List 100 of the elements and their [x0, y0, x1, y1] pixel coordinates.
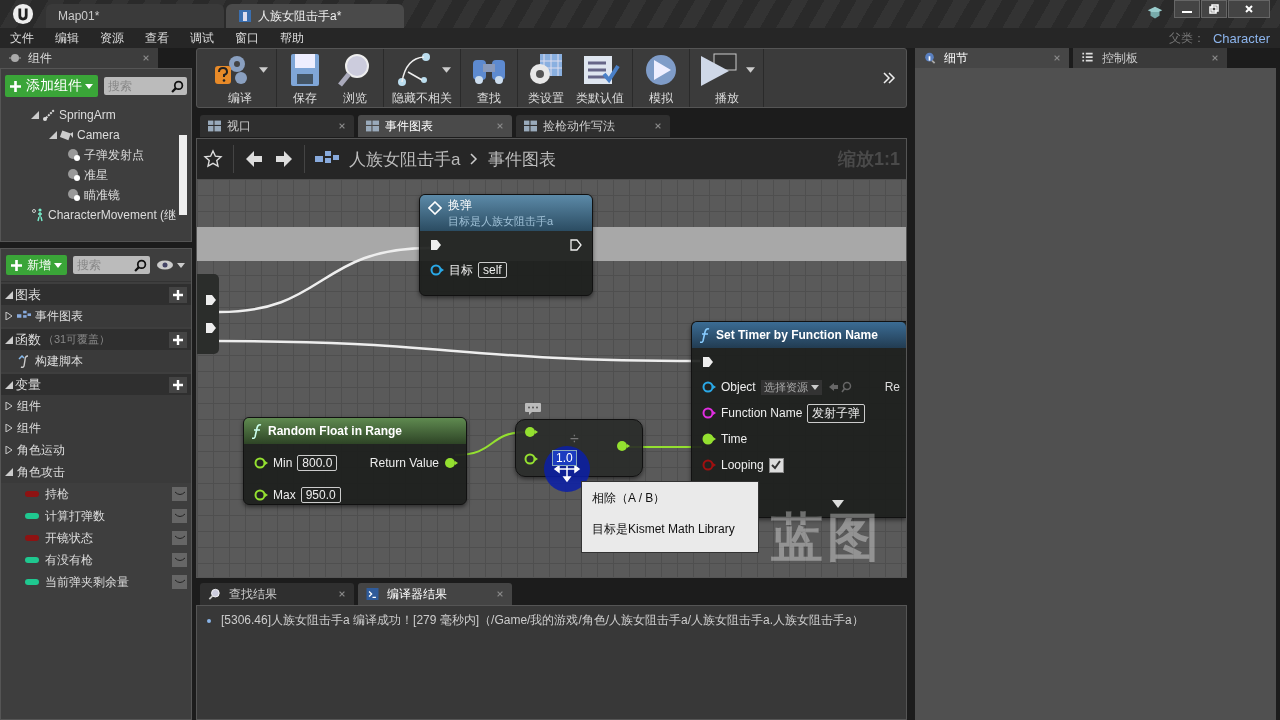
menu-item[interactable]: 编辑	[55, 29, 79, 47]
menu-item[interactable]: 帮助	[280, 29, 304, 47]
section-header[interactable]: 图表	[1, 284, 191, 305]
menu-item[interactable]: 调试	[190, 29, 214, 47]
float-pin-icon[interactable]	[254, 457, 268, 469]
toolbar-button[interactable]: 类设置	[521, 49, 571, 107]
exec-pin-icon[interactable]	[570, 239, 582, 251]
component-tree-item[interactable]: 子弹发射点	[5, 145, 179, 165]
panel-tab[interactable]: 细节	[915, 48, 1069, 68]
close-icon[interactable]	[338, 590, 346, 598]
exec-pin-icon[interactable]	[430, 239, 442, 251]
scrollbar-thumb[interactable]	[179, 135, 187, 215]
breadcrumb-link[interactable]: 人族女阻击手a	[349, 147, 461, 171]
float-pin-icon[interactable]	[254, 489, 268, 501]
expand-arrow-icon[interactable]	[5, 312, 13, 320]
caret-icon[interactable]	[746, 67, 755, 73]
variable-item[interactable]: 有没有枪	[1, 549, 191, 571]
section-header[interactable]: 函数（31可覆盖）	[1, 329, 191, 350]
pin-value-field[interactable]: 950.0	[300, 487, 341, 503]
blueprint-list-item[interactable]: 组件	[1, 417, 191, 439]
caret-icon[interactable]	[441, 67, 451, 73]
pin-value-field[interactable]: 1.0	[552, 450, 577, 466]
blueprint-list-item[interactable]: 事件图表	[1, 305, 191, 327]
menu-item[interactable]: 文件	[10, 29, 34, 47]
search-icon[interactable]	[134, 259, 147, 272]
graph-canvas[interactable]: 换弹 目标是人族女阻击手a 目标 self Set Timer by Function Name Object 选择资源 Re Function Name 发射子弹 Time Looping Random Float in Range Min 800.0 Max 950.0 Return Value ÷ 1.0 蓝图 相除（A / B） 目标是Kismet Math Library	[197, 179, 906, 577]
caret-icon[interactable]	[259, 67, 268, 73]
document-tab[interactable]: 人族女阻击手a*	[226, 4, 404, 28]
graph-tab[interactable]: 视口	[200, 115, 354, 137]
eye-icon[interactable]	[156, 259, 186, 271]
variable-item[interactable]: 当前弹夹剩余量	[1, 571, 191, 593]
pin-icon[interactable]	[702, 433, 716, 445]
pin-value-field[interactable]: self	[478, 262, 507, 278]
close-icon[interactable]	[496, 590, 504, 598]
minimize-button[interactable]	[1174, 0, 1200, 18]
pin-icon[interactable]	[702, 381, 716, 393]
blueprint-list-item[interactable]: 组件	[1, 395, 191, 417]
toolbar-button[interactable]: 模拟	[636, 49, 686, 107]
blueprint-list-item[interactable]: 角色攻击	[1, 461, 191, 483]
document-tab[interactable]: Map01*	[46, 4, 224, 28]
blueprint-list-item[interactable]: 构建脚本	[1, 350, 191, 372]
add-icon[interactable]	[169, 376, 187, 393]
results-tab[interactable]: 编译器结果	[358, 583, 512, 605]
toolbar-button[interactable]: 隐藏不相关	[387, 49, 457, 107]
star-icon[interactable]	[203, 149, 223, 169]
graph-tab[interactable]: 事件图表	[358, 115, 512, 137]
expand-arrow-icon[interactable]	[5, 402, 13, 410]
toolbar-button[interactable]: 保存	[280, 49, 330, 107]
component-tree-item[interactable]: 准星	[5, 165, 179, 185]
close-icon[interactable]	[1053, 54, 1061, 62]
asset-picker[interactable]: 选择资源	[760, 379, 822, 395]
float-pin-icon[interactable]	[524, 453, 538, 465]
variable-item[interactable]: 计算打弹数	[1, 505, 191, 527]
results-tab[interactable]: 查找结果	[200, 583, 354, 605]
expand-arrow-icon[interactable]	[832, 500, 844, 508]
float-pin-icon[interactable]	[524, 426, 538, 438]
exec-pin-icon[interactable]	[205, 322, 217, 334]
menu-item[interactable]: 资源	[100, 29, 124, 47]
float-pin-icon[interactable]	[616, 440, 630, 452]
toolbar-button[interactable]: 类默认值	[571, 49, 629, 107]
pin-icon[interactable]	[702, 407, 716, 419]
toolbar-button[interactable]: 浏览	[330, 49, 380, 107]
exec-pin-icon[interactable]	[702, 356, 714, 368]
component-tree-item[interactable]: 瞄准镜	[5, 185, 179, 205]
expand-arrow-icon[interactable]	[49, 131, 57, 139]
checkbox[interactable]	[768, 457, 784, 473]
close-icon[interactable]	[338, 122, 346, 130]
expand-arrow-icon[interactable]	[5, 446, 13, 454]
exec-pin-icon[interactable]	[205, 294, 217, 306]
restore-button[interactable]	[1201, 0, 1227, 18]
close-button[interactable]	[1228, 0, 1270, 18]
variable-item[interactable]: 开镜状态	[1, 527, 191, 549]
toolbar-button[interactable]: 播放	[693, 49, 760, 107]
breadcrumb-link[interactable]: 事件图表	[488, 147, 557, 171]
component-tree-item[interactable]: CharacterMovement (继	[5, 205, 179, 225]
toolbar-button[interactable]: 查找	[464, 49, 514, 107]
cut-off-node[interactable]	[197, 274, 219, 354]
blueprint-list-item[interactable]: 角色运动	[1, 439, 191, 461]
menu-item[interactable]: 窗口	[235, 29, 259, 47]
variable-item[interactable]: 持枪	[1, 483, 191, 505]
close-icon[interactable]	[496, 122, 504, 130]
parent-class-link[interactable]: Character	[1212, 30, 1270, 46]
add-icon[interactable]	[169, 331, 187, 348]
forward-arrow-icon[interactable]	[274, 149, 294, 169]
back-arrow-icon[interactable]	[244, 149, 264, 169]
event-call-node[interactable]: 换弹 目标是人族女阻击手a 目标 self	[419, 194, 593, 296]
close-icon[interactable]	[1211, 54, 1219, 62]
pin-value-field[interactable]: 800.0	[297, 455, 338, 471]
expand-arrow-icon[interactable]	[31, 111, 39, 119]
component-tree-item[interactable]: Camera	[5, 125, 179, 145]
comment-bubble-icon[interactable]	[525, 403, 541, 415]
close-icon[interactable]	[142, 54, 150, 62]
component-tree-item[interactable]: SpringArm	[5, 105, 179, 125]
graph-tab[interactable]: 捡枪动作写法	[516, 115, 670, 137]
object-pin-icon[interactable]	[430, 264, 444, 276]
panel-tab[interactable]: 控制板	[1073, 48, 1227, 68]
float-pin-icon[interactable]	[444, 457, 458, 469]
toolbar-button[interactable]: 编译	[206, 49, 273, 107]
expand-arrow-icon[interactable]	[5, 424, 13, 432]
close-icon[interactable]	[654, 122, 662, 130]
